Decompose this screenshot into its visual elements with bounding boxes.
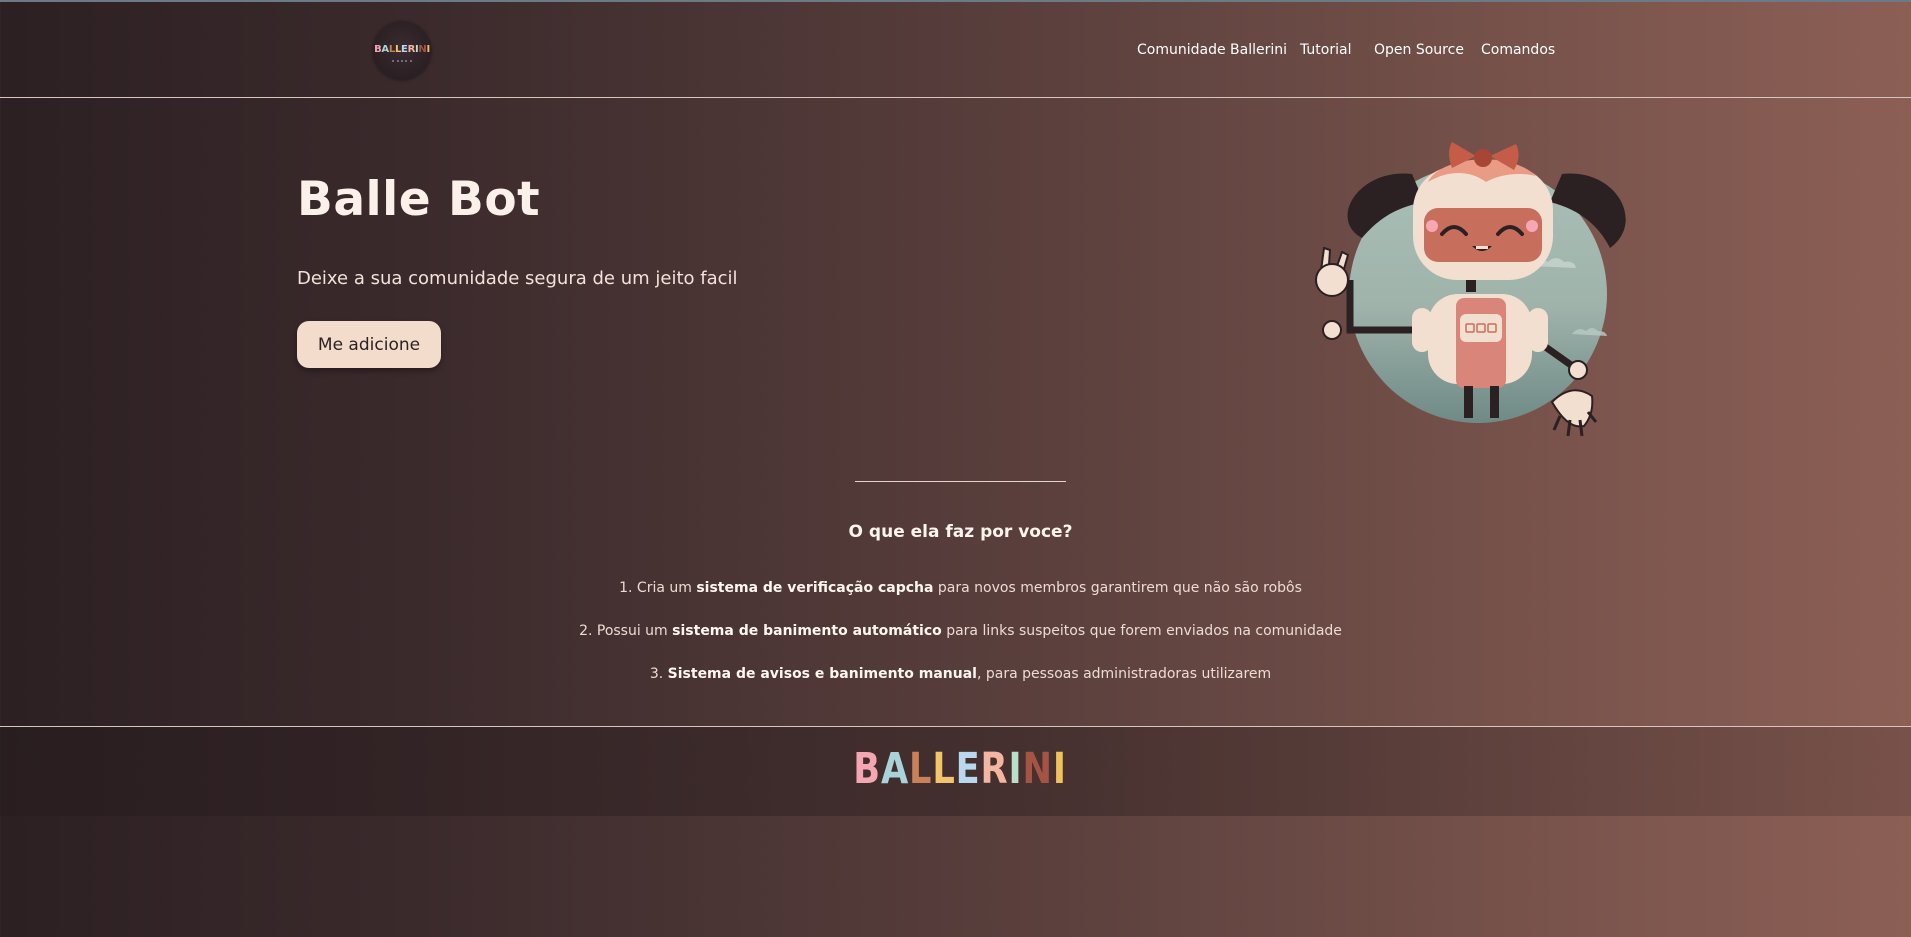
feature-number: 1. [619, 580, 633, 596]
feature-text-after: para links suspeitos que forem enviados … [941, 623, 1342, 639]
nav-link-tutorial[interactable]: Tutorial [1300, 42, 1351, 58]
hero-subtitle: Deixe a sua comunidade segura de um jeit… [297, 268, 738, 289]
footer-ballerini-logo: BALLERINI [173, 744, 1747, 794]
feature-text-before: Possui um [596, 623, 673, 639]
logo-letter: L [909, 744, 933, 794]
robot-girl-illustration [1315, 142, 1626, 437]
logo-letter: E [955, 744, 981, 794]
ballerini-logo[interactable]: BALLERINI [373, 22, 431, 80]
logo-letter: I [1052, 744, 1067, 794]
feature-number: 2. [579, 623, 593, 639]
feature-item-3: 3. Sistema de avisos e banimento manual,… [0, 666, 1911, 682]
feature-text-bold: Sistema de avisos e banimento manual [667, 666, 977, 682]
feature-text-after: para novos membros garantirem que não sã… [933, 580, 1302, 596]
logo-dots-icon [392, 60, 412, 62]
feature-text-before: Cria um [636, 580, 697, 596]
feature-item-1: 1. Cria um sistema de verificação capcha… [0, 580, 1911, 596]
logo-text: BALLERINI [373, 44, 431, 55]
nav-link-comunidade[interactable]: Comunidade Ballerini [1137, 42, 1287, 58]
features-title: O que ela faz por voce? [848, 522, 1073, 542]
logo-letter: A [880, 744, 910, 794]
logo-letter: I [1008, 744, 1023, 794]
logo-letter: L [932, 744, 956, 794]
logo-letter: B [853, 744, 881, 794]
feature-text-bold: sistema de banimento automático [672, 623, 942, 639]
feature-item-2: 2. Possui um sistema de banimento automá… [0, 623, 1911, 639]
feature-text-after: , para pessoas administradoras utilizare… [976, 666, 1272, 682]
header-divider [0, 97, 1911, 98]
logo-letter: A [381, 44, 389, 55]
logo-letter: N [1022, 744, 1053, 794]
nav-link-comandos[interactable]: Comandos [1481, 42, 1555, 58]
logo-letter: I [426, 44, 430, 55]
hero-title: Balle Bot [297, 172, 541, 227]
add-bot-button[interactable]: Me adicione [297, 321, 441, 368]
nav-link-open-source[interactable]: Open Source [1374, 42, 1464, 58]
section-divider [855, 481, 1066, 482]
feature-text-bold: sistema de verificação capcha [696, 580, 934, 596]
feature-number: 3. [649, 666, 664, 682]
logo-letter: R [980, 744, 1009, 794]
site-header: BALLERINI Comunidade Ballerini Tutorial … [0, 2, 1911, 97]
logo-letter: R [407, 44, 416, 55]
